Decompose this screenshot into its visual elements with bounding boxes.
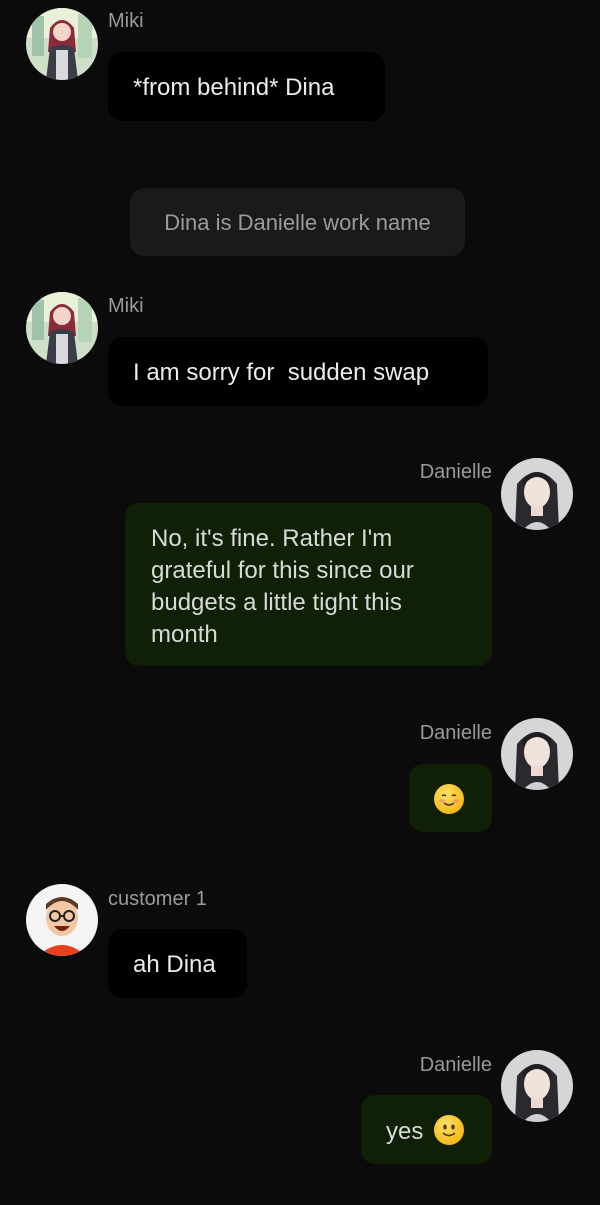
customer-avatar[interactable] (26, 884, 98, 956)
message-text-line: grateful for this since our (151, 557, 414, 584)
message-bubble[interactable]: ah Dina (108, 929, 247, 998)
message-text-line: No, it's fine. Rather I'm (151, 525, 393, 552)
message-text: ah Dina (133, 951, 216, 978)
miki-avatar-icon (26, 292, 98, 364)
message-bubble[interactable]: No, it's fine. Rather I'm grateful for t… (125, 503, 492, 666)
sender-name: Miki (108, 10, 144, 32)
system-message: Dina is Danielle work name (130, 188, 465, 256)
danielle-avatar-icon (501, 1050, 573, 1122)
sender-name: Danielle (419, 461, 492, 483)
message-text: *from behind* Dina (133, 74, 335, 101)
smiling-blush-emoji-icon (434, 784, 464, 814)
danielle-avatar[interactable] (501, 1050, 573, 1122)
customer-avatar-icon (26, 884, 98, 956)
message-bubble[interactable]: yes (361, 1095, 492, 1164)
system-message-text: Dina is Danielle work name (164, 210, 431, 235)
message-text-line: month (151, 621, 218, 648)
miki-avatar[interactable] (26, 292, 98, 364)
miki-avatar-icon (26, 8, 98, 80)
message-bubble[interactable] (409, 764, 492, 832)
message-text-line: budgets a little tight this (151, 589, 402, 616)
danielle-avatar-icon (501, 718, 573, 790)
sender-name: Danielle (419, 1054, 492, 1076)
message-text: yes (386, 1118, 424, 1145)
miki-avatar[interactable] (26, 8, 98, 80)
message-bubble[interactable]: *from behind* Dina (108, 52, 385, 121)
danielle-avatar[interactable] (501, 718, 573, 790)
danielle-avatar[interactable] (501, 458, 573, 530)
message-text: I am sorry for sudden swap (133, 359, 430, 386)
danielle-avatar-icon (501, 458, 573, 530)
message-bubble[interactable]: I am sorry for sudden swap (108, 337, 488, 406)
sender-name: Danielle (419, 722, 492, 744)
sender-name: customer 1 (108, 888, 207, 910)
sender-name: Miki (108, 295, 144, 317)
slight-smile-emoji-icon (434, 1115, 465, 1145)
